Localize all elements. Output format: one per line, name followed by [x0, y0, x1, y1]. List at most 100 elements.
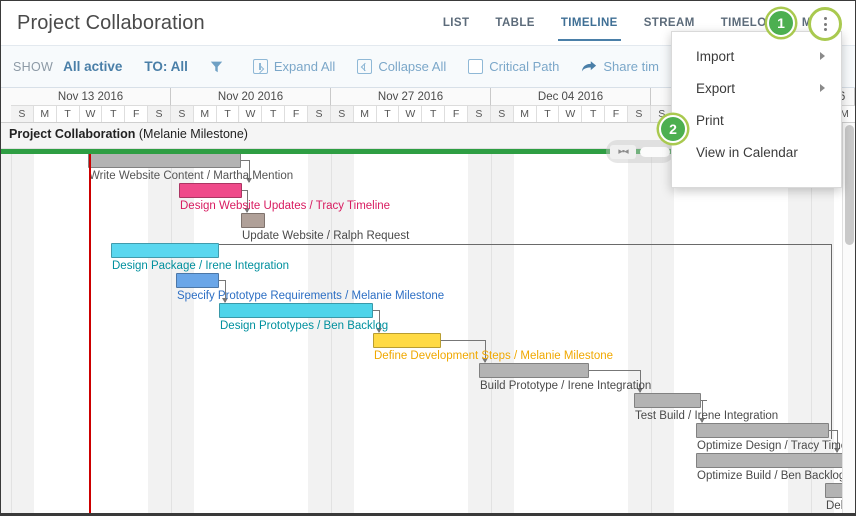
- share-arrow-icon: [582, 60, 597, 71]
- menu-item-view-in-calendar-label: View in Calendar: [696, 144, 798, 160]
- gantt-app-window: Project Collaboration LIST TABLE TIMELIN…: [0, 0, 856, 516]
- gantt-task-label: Design Prototypes / Ben Backlog: [220, 320, 389, 332]
- day-header-cell: T: [536, 106, 560, 122]
- menu-item-export[interactable]: Export: [672, 72, 841, 104]
- collapse-all-button[interactable]: Collapse All: [357, 59, 446, 74]
- day-header-cell: M: [193, 106, 217, 122]
- window-bottom-edge: [1, 513, 855, 515]
- day-header-cell: F: [605, 106, 628, 122]
- share-timeline-button[interactable]: Share tim: [581, 59, 659, 74]
- gantt-task-bar[interactable]: [179, 183, 242, 198]
- kebab-menu-icon: [823, 17, 827, 31]
- chevron-right-icon: [820, 84, 825, 92]
- vertical-scrollbar[interactable]: [842, 123, 855, 515]
- left-margin-band: [1, 123, 11, 515]
- day-header-cell: M: [353, 106, 377, 122]
- week-divider-line: [490, 123, 492, 515]
- handle-bar: [640, 146, 670, 157]
- gantt-task-bar[interactable]: [176, 273, 219, 288]
- weekend-column-band: [490, 123, 514, 515]
- gantt-task-label: Write Website Content / Martha Mention: [89, 170, 294, 182]
- menu-item-view-in-calendar[interactable]: View in Calendar: [672, 136, 841, 168]
- tab-list[interactable]: LIST: [430, 1, 483, 45]
- day-header-cell: S: [11, 106, 34, 122]
- gantt-task-label: Optimize Design / Tracy Timeline: [697, 440, 855, 452]
- gantt-task-bar[interactable]: [696, 453, 855, 468]
- critical-path-toggle[interactable]: Critical Path: [468, 59, 559, 74]
- show-label: SHOW: [13, 59, 54, 74]
- tab-timeline[interactable]: TIMELINE: [548, 1, 631, 45]
- kebab-dropdown-menu: Import Export Print View in Calendar: [671, 31, 842, 188]
- gantt-task-label: Test Build / Irene Integration: [635, 410, 779, 422]
- day-header-cell: T: [422, 106, 446, 122]
- summary-bracket-line: [219, 244, 831, 245]
- gantt-task-bar[interactable]: [219, 303, 373, 318]
- gantt-task-bar[interactable]: [88, 153, 241, 168]
- filter-assignee-to-all[interactable]: TO: All: [144, 59, 188, 74]
- project-row-label: Project Collaboration (Melanie Milestone…: [9, 127, 248, 141]
- weekend-column-band: [11, 123, 34, 515]
- menu-item-print[interactable]: Print: [672, 104, 841, 136]
- handle-grip-icon: ▸▪◂: [610, 144, 636, 159]
- step-badge-2: 2: [659, 115, 687, 143]
- week-divider-line: [330, 123, 332, 515]
- today-marker-line: [89, 123, 91, 515]
- day-header-cell: F: [445, 106, 468, 122]
- dependency-link: [441, 340, 485, 341]
- page-title: Project Collaboration: [17, 11, 205, 34]
- expand-all-label: Expand All: [273, 59, 336, 74]
- project-row-owner: (Melanie Milestone): [138, 127, 248, 141]
- weekend-column-band: [627, 123, 651, 515]
- menu-item-import[interactable]: Import: [672, 40, 841, 72]
- day-header-cell: F: [285, 106, 309, 122]
- day-header-cell: S: [627, 106, 651, 122]
- gantt-task-bar[interactable]: [111, 243, 219, 258]
- weekend-column-band: [308, 123, 331, 515]
- week-divider-line: [650, 123, 652, 515]
- week-header-cell: Nov 20 2016: [171, 88, 331, 106]
- day-header-cell: S: [170, 106, 194, 122]
- day-header-cell: W: [79, 106, 103, 122]
- gantt-task-bar[interactable]: [634, 393, 701, 408]
- expand-all-button[interactable]: Expand All: [252, 59, 336, 74]
- week-header-cell: Nov 13 2016: [11, 88, 171, 106]
- day-header-cell: S: [468, 106, 491, 122]
- summary-bracket-line: [831, 244, 832, 439]
- week-header-cell: Dec 04 2016: [491, 88, 651, 106]
- day-header-cell: S: [330, 106, 354, 122]
- drag-resize-handle-icon[interactable]: ▸▪◂: [606, 140, 674, 163]
- gantt-task-bar[interactable]: [479, 363, 589, 378]
- dependency-link: [241, 160, 249, 161]
- week-divider-line: [11, 123, 12, 515]
- share-timeline-label: Share tim: [603, 59, 659, 74]
- filter-all-active[interactable]: All active: [63, 59, 122, 74]
- gantt-task-label: Build Prototype / Irene Integration: [480, 380, 652, 392]
- gantt-task-label: Optimize Build / Ben Backlog: [697, 470, 846, 482]
- day-header-cell: S: [490, 106, 514, 122]
- day-header-cell: T: [582, 106, 606, 122]
- gantt-task-label: Update Website / Ralph Request: [242, 230, 410, 242]
- day-header-cell: F: [125, 106, 149, 122]
- kebab-menu-button[interactable]: [808, 7, 842, 41]
- day-header-cell: M: [33, 106, 57, 122]
- menu-item-print-label: Print: [696, 112, 724, 128]
- day-header-cell: T: [102, 106, 126, 122]
- tab-table[interactable]: TABLE: [482, 1, 547, 45]
- day-header-cell: W: [239, 106, 263, 122]
- gantt-task-label: Specify Prototype Requirements / Melanie…: [177, 290, 445, 302]
- gantt-task-bar[interactable]: [696, 423, 829, 438]
- gantt-task-bar[interactable]: [373, 333, 441, 348]
- menu-item-import-label: Import: [696, 48, 735, 64]
- vertical-scrollbar-thumb[interactable]: [845, 125, 854, 245]
- weekend-column-band: [468, 123, 491, 515]
- gantt-task-bar[interactable]: [241, 213, 265, 228]
- dependency-link: [589, 370, 640, 371]
- day-header-cell: M: [513, 106, 537, 122]
- day-header-cell: T: [216, 106, 240, 122]
- critical-path-checkbox[interactable]: [468, 59, 484, 74]
- step-badge-1: 1: [767, 9, 795, 37]
- collapse-all-label: Collapse All: [378, 59, 447, 74]
- funnel-filter-icon[interactable]: [210, 60, 223, 73]
- dependency-link: [829, 430, 837, 431]
- collapse-all-icon: [357, 59, 373, 74]
